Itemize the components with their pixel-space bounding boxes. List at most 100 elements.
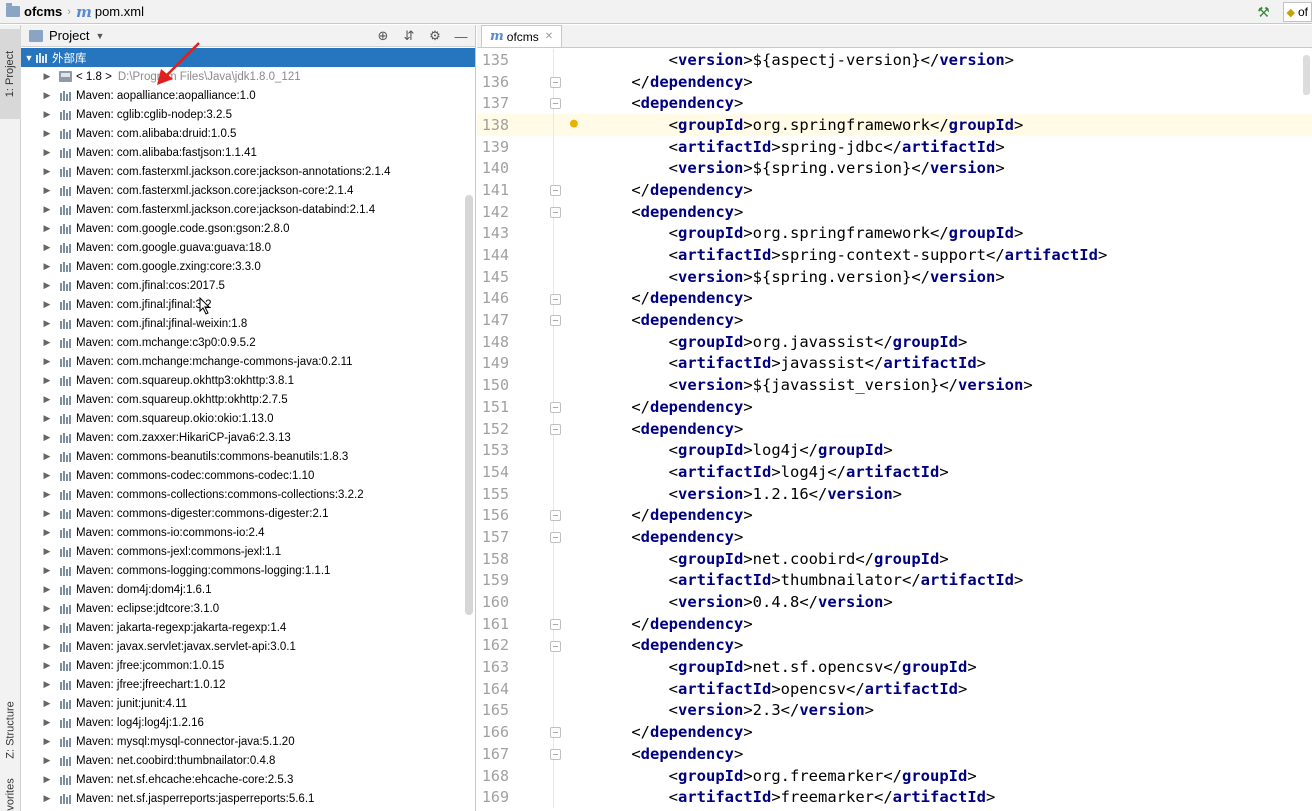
tree-item-library[interactable]: ▶ Maven: commons-io:commons-io:2.4: [21, 523, 475, 542]
tree-item-library[interactable]: ▶ Maven: dom4j:dom4j:1.6.1: [21, 580, 475, 599]
tree-item-library[interactable]: ▶ Maven: commons-codec:commons-codec:1.10: [21, 466, 475, 485]
code-line[interactable]: 162 <dependency>: [477, 634, 1312, 657]
chevron-right-icon[interactable]: ▶: [41, 451, 53, 462]
chevron-right-icon[interactable]: ▶: [41, 679, 53, 690]
code-line[interactable]: 136 </dependency>: [477, 70, 1312, 93]
fold-toggle-icon[interactable]: [550, 315, 561, 327]
chevron-right-icon[interactable]: ▶: [41, 166, 53, 177]
chevron-right-icon[interactable]: ▶: [41, 717, 53, 728]
tree-item-library[interactable]: ▶ Maven: com.squareup.okio:okio:1.13.0: [21, 409, 475, 428]
chevron-right-icon[interactable]: ▶: [41, 204, 53, 215]
code-line[interactable]: 160 <version>0.4.8</version>: [477, 591, 1312, 613]
chevron-right-icon[interactable]: ▶: [41, 698, 53, 709]
code-line[interactable]: 135 <version>${aspectj-version}</version…: [477, 49, 1312, 71]
code-line[interactable]: 163 <groupId>net.sf.opencsv</groupId>: [477, 656, 1312, 678]
chevron-down-icon[interactable]: ▼: [23, 53, 35, 63]
tree-item-library[interactable]: ▶ Maven: com.squareup.okhttp3:okhttp:3.8.…: [21, 371, 475, 390]
tree-item-library[interactable]: ▶ Maven: com.jfinal:jfinal-weixin:1.8: [21, 314, 475, 333]
collapse-all-icon[interactable]: ⇵: [401, 28, 417, 44]
code-line[interactable]: 149 <artifactId>javassist</artifactId>: [477, 352, 1312, 375]
code-line[interactable]: 151 </dependency>: [477, 396, 1312, 418]
breadcrumb-project[interactable]: ofcms: [0, 0, 62, 24]
chevron-right-icon[interactable]: ▶: [41, 337, 53, 348]
tree-item-library[interactable]: ▶ Maven: jfree:jcommon:1.0.15: [21, 656, 475, 675]
tree-item-library[interactable]: ▶ Maven: com.google.guava:guava:18.0: [21, 238, 475, 257]
code-line[interactable]: 154 <artifactId>log4j</artifactId>: [477, 461, 1312, 483]
fold-toggle-icon[interactable]: [550, 532, 561, 544]
tree-item-library[interactable]: ▶ Maven: com.google.zxing:core:3.3.0: [21, 257, 475, 276]
tree-item-library[interactable]: ▶ Maven: com.google.code.gson:gson:2.8.0: [21, 219, 475, 238]
code-line[interactable]: 141 </dependency>: [477, 179, 1312, 201]
fold-toggle-icon[interactable]: [550, 510, 561, 522]
chevron-right-icon[interactable]: ▶: [41, 470, 53, 481]
fold-toggle-icon[interactable]: [550, 727, 561, 739]
tree-item-library[interactable]: ▶ Maven: commons-logging:commons-logging:…: [21, 561, 475, 580]
tree-item-library[interactable]: ▶ Maven: commons-digester:commons-digeste…: [21, 504, 475, 523]
fold-toggle-icon[interactable]: [550, 402, 561, 413]
tree-item-library[interactable]: ▶ Maven: com.jfinal:cos:2017.5: [21, 276, 475, 295]
code-line[interactable]: 156 </dependency>: [477, 504, 1312, 527]
chevron-right-icon[interactable]: ▶: [41, 318, 53, 329]
chevron-right-icon[interactable]: ▶: [41, 641, 53, 652]
chevron-right-icon[interactable]: ▶: [41, 71, 53, 82]
tree-item-library[interactable]: ▶ Maven: com.alibaba:druid:1.0.5: [21, 124, 475, 143]
chevron-right-icon[interactable]: ▶: [41, 356, 53, 367]
code-line[interactable]: 152 <dependency>: [477, 417, 1312, 440]
chevron-right-icon[interactable]: ▶: [41, 508, 53, 519]
chevron-right-icon[interactable]: ▶: [41, 546, 53, 557]
tree-item-library[interactable]: ▶ Maven: junit:junit:4.11: [21, 694, 475, 713]
tree-item-library[interactable]: ▶ Maven: com.fasterxml.jackson.core:jacks…: [21, 181, 475, 200]
tree-scrollbar[interactable]: [465, 195, 473, 615]
chevron-right-icon[interactable]: ▶: [41, 261, 53, 272]
tool-tab-favorites[interactable]: 2: Favorites: [0, 777, 21, 811]
chevron-right-icon[interactable]: ▶: [41, 185, 53, 196]
tree-item-library[interactable]: ▶ Maven: com.mchange:mchange-commons-java…: [21, 352, 475, 371]
project-view-selector[interactable]: Project: [49, 28, 89, 43]
code-line[interactable]: 140 <version>${spring.version}</version>: [477, 157, 1312, 180]
tree-item-library[interactable]: ▶ Maven: com.mchange:c3p0:0.9.5.2: [21, 333, 475, 352]
tree-item-library[interactable]: ▶ Maven: com.jfinal:jfinal:3.2: [21, 295, 475, 314]
code-line[interactable]: 158 <groupId>net.coobird</groupId>: [477, 547, 1312, 570]
tree-item-library[interactable]: ▶ Maven: net.coobird:thumbnailator:0.4.8: [21, 751, 475, 770]
gear-icon[interactable]: ⚙: [427, 28, 443, 44]
close-icon[interactable]: ✕: [545, 31, 553, 42]
tree-item-library[interactable]: ▶ Maven: mysql:mysql-connector-java:5.1.2…: [21, 732, 475, 751]
code-line[interactable]: 153 <groupId>log4j</groupId>: [477, 439, 1312, 462]
chevron-right-icon[interactable]: ▶: [41, 413, 53, 424]
tool-tab-project[interactable]: 1: Project: [0, 29, 21, 119]
fold-toggle-icon[interactable]: [550, 76, 561, 88]
chevron-right-icon[interactable]: ▶: [41, 622, 53, 633]
tree-item-library[interactable]: ▶ Maven: javax.servlet:javax.servlet-api:…: [21, 637, 475, 656]
code-line[interactable]: 161 </dependency>: [477, 612, 1312, 635]
tree-item-library[interactable]: ▶ Maven: commons-beanutils:commons-beanut…: [21, 447, 475, 466]
tool-tab-structure[interactable]: Z: Structure: [0, 685, 21, 775]
code-line[interactable]: 157 <dependency>: [477, 526, 1312, 548]
fold-toggle-icon[interactable]: [550, 640, 561, 652]
code-line[interactable]: 142 <dependency>: [477, 200, 1312, 223]
minimize-icon[interactable]: —: [453, 29, 469, 44]
chevron-right-icon[interactable]: ▶: [41, 109, 53, 120]
fold-toggle-icon[interactable]: [550, 749, 561, 760]
chevron-right-icon[interactable]: ▶: [41, 793, 53, 804]
locate-target-icon[interactable]: ⊕: [375, 28, 391, 44]
fold-toggle-icon[interactable]: [550, 98, 561, 110]
chevron-right-icon[interactable]: ▶: [41, 565, 53, 576]
code-line[interactable]: 155 <version>1.2.16</version>: [477, 482, 1312, 505]
chevron-right-icon[interactable]: ▶: [41, 375, 53, 386]
tree-item-library[interactable]: ▶ Maven: com.fasterxml.jackson.core:jacks…: [21, 162, 475, 181]
tree-item-library[interactable]: ▶ Maven: log4j:log4j:1.2.16: [21, 713, 475, 732]
editor-tab-pom[interactable]: m ofcms ✕: [481, 25, 563, 47]
code-line[interactable]: 159 <artifactId>thumbnailator</artifactI…: [477, 569, 1312, 592]
tree-item-external-libraries[interactable]: ▼ 外部库: [21, 48, 475, 67]
code-line[interactable]: 145 <version>${spring.version}</version>: [477, 265, 1312, 288]
code-line[interactable]: 144 <artifactId>spring-context-support</…: [477, 244, 1312, 266]
tree-item-library[interactable]: ▶ Maven: com.fasterxml.jackson.core:jacks…: [21, 200, 475, 219]
chevron-right-icon[interactable]: ▶: [41, 603, 53, 614]
code-line[interactable]: 138 ● <groupId>org.springframework</group…: [477, 114, 1312, 136]
chevron-right-icon[interactable]: ▶: [41, 489, 53, 500]
chevron-right-icon[interactable]: ▶: [41, 736, 53, 747]
chevron-right-icon[interactable]: ▶: [41, 660, 53, 671]
chevron-down-icon[interactable]: ▼: [95, 31, 104, 41]
tree-item-jdk[interactable]: ▶ < 1.8 > D:\Program Files\Java\jdk1.8.0…: [21, 67, 475, 86]
tree-item-library[interactable]: ▶ Maven: com.zaxxer:HikariCP-java6:2.3.13: [21, 428, 475, 447]
